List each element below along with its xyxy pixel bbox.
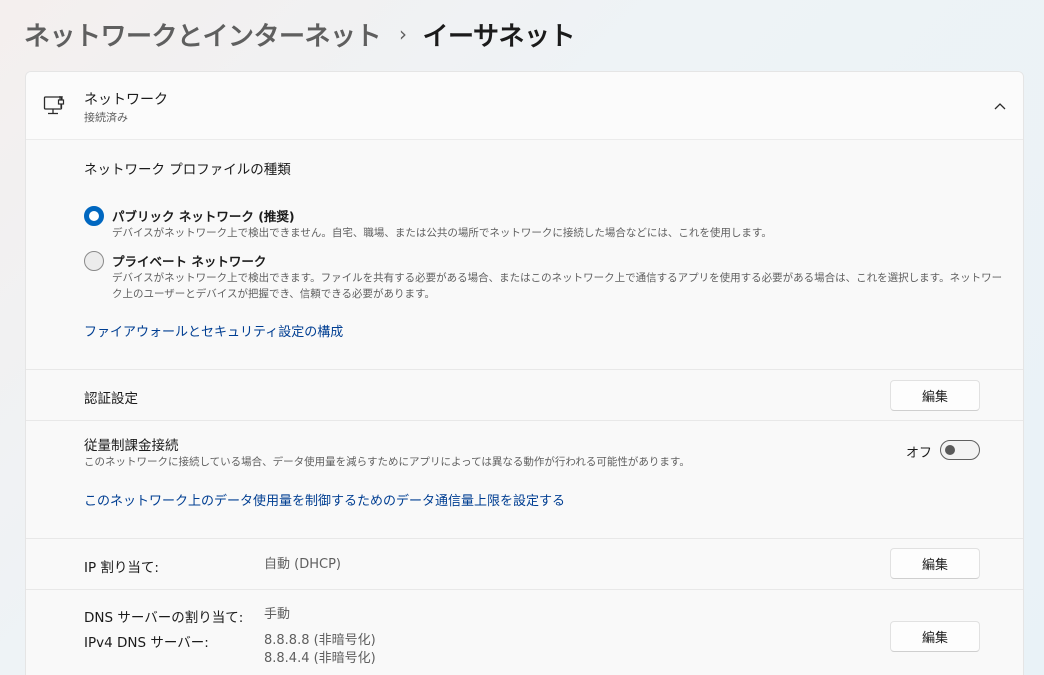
profile-type-heading: ネットワーク プロファイルの種類 xyxy=(84,162,291,178)
public-network-radio[interactable] xyxy=(84,206,104,226)
ipv4-dns-secondary: 8.8.4.4 (非暗号化) xyxy=(264,651,376,666)
network-settings-card: ネットワーク 接続済み ネットワーク プロファイルの種類 パブリック ネットワー… xyxy=(25,71,1024,675)
ipv4-dns-primary: 8.8.8.8 (非暗号化) xyxy=(264,633,376,648)
divider xyxy=(26,369,1023,370)
dns-edit-button[interactable]: 編集 xyxy=(890,621,980,652)
data-limit-link[interactable]: このネットワーク上のデータ使用量を制御するためのデータ通信量上限を設定する xyxy=(84,490,565,509)
chevron-up-icon[interactable] xyxy=(989,96,1011,116)
network-title: ネットワーク xyxy=(84,92,168,108)
ip-assignment-label: IP 割り当て: xyxy=(84,560,159,576)
divider xyxy=(26,538,1023,539)
divider xyxy=(26,420,1023,421)
metered-toggle-state: オフ xyxy=(906,446,933,461)
divider xyxy=(26,589,1023,590)
public-network-label: パブリック ネットワーク (推奨) xyxy=(112,209,295,224)
metered-connection-label: 従量制課金接続 xyxy=(84,438,179,454)
metered-connection-toggle[interactable] xyxy=(940,440,980,460)
public-network-description: デバイスがネットワーク上で検出できません。自宅、職場、または公共の場所でネットワ… xyxy=(112,227,772,239)
network-expander-header[interactable]: ネットワーク 接続済み xyxy=(26,72,1023,140)
breadcrumb-chevron-icon: › xyxy=(399,22,407,46)
breadcrumb-parent[interactable]: ネットワークとインターネット xyxy=(24,16,382,53)
breadcrumb: ネットワークとインターネット › イーサネット xyxy=(24,16,576,53)
dns-assignment-label: DNS サーバーの割り当て: xyxy=(84,610,244,626)
ip-assignment-value: 自動 (DHCP) xyxy=(264,557,341,572)
firewall-settings-link[interactable]: ファイアウォールとセキュリティ設定の構成 xyxy=(84,321,343,340)
network-status: 接続済み xyxy=(84,111,128,124)
metered-connection-description: このネットワークに接続している場合、データ使用量を減らすためにアプリによっては異… xyxy=(84,456,690,468)
toggle-knob xyxy=(945,445,955,455)
auth-edit-button[interactable]: 編集 xyxy=(890,380,980,411)
page-title: イーサネット xyxy=(422,21,576,52)
dns-assignment-value: 手動 xyxy=(264,607,291,622)
ip-edit-button[interactable]: 編集 xyxy=(890,548,980,579)
ipv4-dns-label: IPv4 DNS サーバー: xyxy=(84,635,209,651)
network-computer-icon xyxy=(43,96,65,115)
auth-settings-label: 認証設定 xyxy=(84,391,138,407)
private-network-radio[interactable] xyxy=(84,251,104,271)
private-network-description: デバイスがネットワーク上で検出できます。ファイルを共有する必要がある場合、または… xyxy=(112,272,1003,300)
private-network-label: プライベート ネットワーク xyxy=(112,254,267,269)
